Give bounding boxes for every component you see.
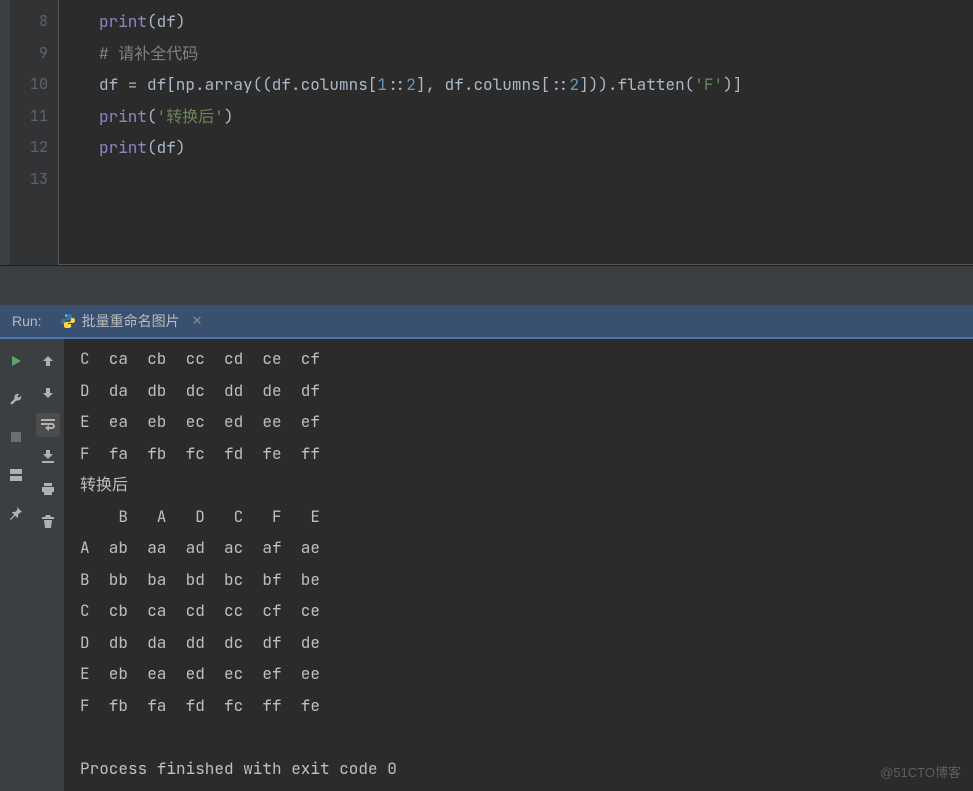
close-icon[interactable]: ✕: [192, 313, 203, 329]
wrench-icon[interactable]: [4, 387, 28, 411]
code-line[interactable]: print(df): [99, 6, 973, 38]
gutter-line[interactable]: 13: [10, 164, 48, 196]
trash-icon[interactable]: [36, 509, 60, 533]
python-icon: [60, 313, 76, 329]
up-arrow-icon[interactable]: [36, 349, 60, 373]
code-line[interactable]: [99, 164, 973, 196]
run-tab[interactable]: 批量重命名图片 ✕: [60, 311, 203, 331]
code-line[interactable]: print('转换后'): [99, 101, 973, 133]
code-line[interactable]: print(df): [99, 132, 973, 164]
scroll-to-end-icon[interactable]: [36, 445, 60, 469]
code-area[interactable]: print(df)# 请补全代码df = df[np.array((df.col…: [58, 0, 973, 265]
layout-icon[interactable]: [4, 463, 28, 487]
console-output[interactable]: C ca cb cc cd ce cf D da db dc dd de df …: [64, 339, 973, 791]
run-body: C ca cb cc cd ce cf D da db dc dd de df …: [0, 339, 973, 791]
print-icon[interactable]: [36, 477, 60, 501]
soft-wrap-icon[interactable]: [36, 413, 60, 437]
run-header: Run: 批量重命名图片 ✕: [0, 305, 973, 339]
run-panel: Run: 批量重命名图片 ✕: [0, 305, 973, 791]
panel-separator[interactable]: [0, 265, 973, 305]
gutter-line[interactable]: 10: [10, 69, 48, 101]
stop-button[interactable]: [4, 425, 28, 449]
editor-area: 8910111213 print(df)# 请补全代码df = df[np.ar…: [0, 0, 973, 265]
run-toolbar-right: [32, 339, 64, 791]
pin-icon[interactable]: [4, 501, 28, 525]
code-line[interactable]: df = df[np.array((df.columns[1::2], df.c…: [99, 69, 973, 101]
gutter-line[interactable]: 9: [10, 38, 48, 70]
left-strip: [0, 0, 10, 265]
run-toolbar-left: [0, 339, 32, 791]
gutter-line[interactable]: 12: [10, 132, 48, 164]
watermark: @51CTO博客: [880, 762, 961, 781]
gutter-line[interactable]: 11: [10, 101, 48, 133]
down-arrow-icon[interactable]: [36, 381, 60, 405]
rerun-button[interactable]: [4, 349, 28, 373]
run-label: Run:: [12, 313, 42, 329]
run-tab-label: 批量重命名图片: [82, 311, 180, 331]
gutter: 8910111213: [10, 0, 58, 265]
code-line[interactable]: # 请补全代码: [99, 38, 973, 70]
gutter-line[interactable]: 8: [10, 6, 48, 38]
